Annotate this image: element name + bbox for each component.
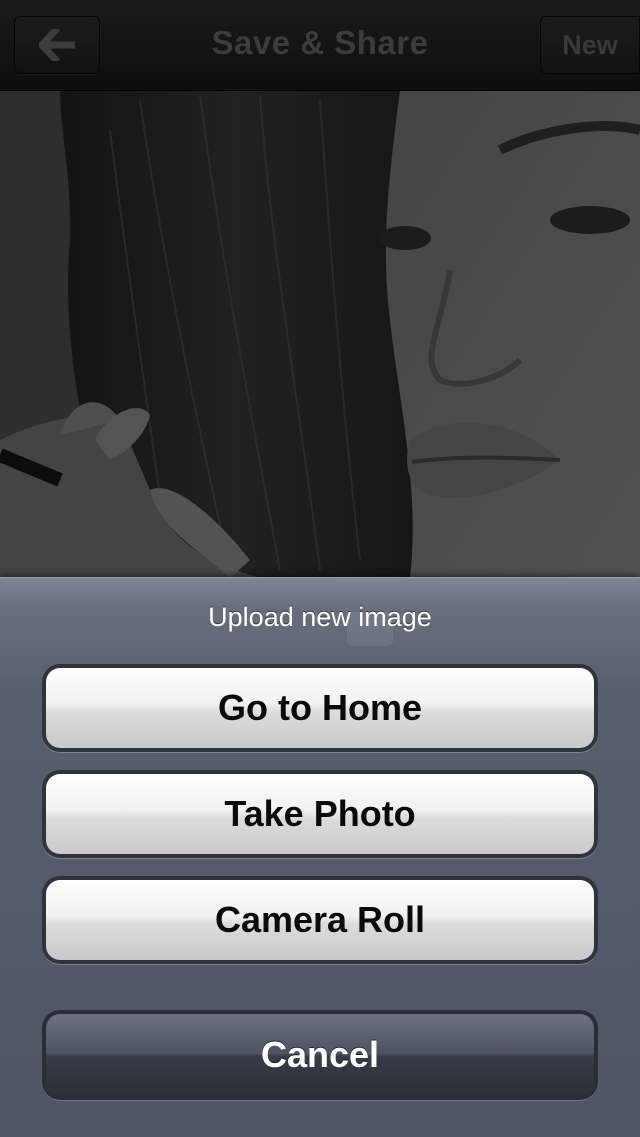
go-to-home-button[interactable]: Go to Home xyxy=(42,664,598,752)
action-sheet-title: Upload new image xyxy=(208,602,432,632)
go-to-home-label: Go to Home xyxy=(46,668,594,748)
photo-dim-overlay xyxy=(0,90,640,578)
cancel-label: Cancel xyxy=(46,1014,594,1096)
take-photo-button[interactable]: Take Photo xyxy=(42,770,598,858)
photo-preview xyxy=(0,90,640,578)
take-photo-label: Take Photo xyxy=(46,774,594,854)
camera-roll-button[interactable]: Camera Roll xyxy=(42,876,598,964)
navigation-bar: Save & Share New xyxy=(0,0,640,91)
cancel-button[interactable]: Cancel xyxy=(42,1010,598,1100)
camera-roll-label: Camera Roll xyxy=(46,880,594,960)
action-sheet: Upload new image Go to Home Take Photo C… xyxy=(0,577,640,1137)
new-button[interactable]: New xyxy=(540,16,640,74)
